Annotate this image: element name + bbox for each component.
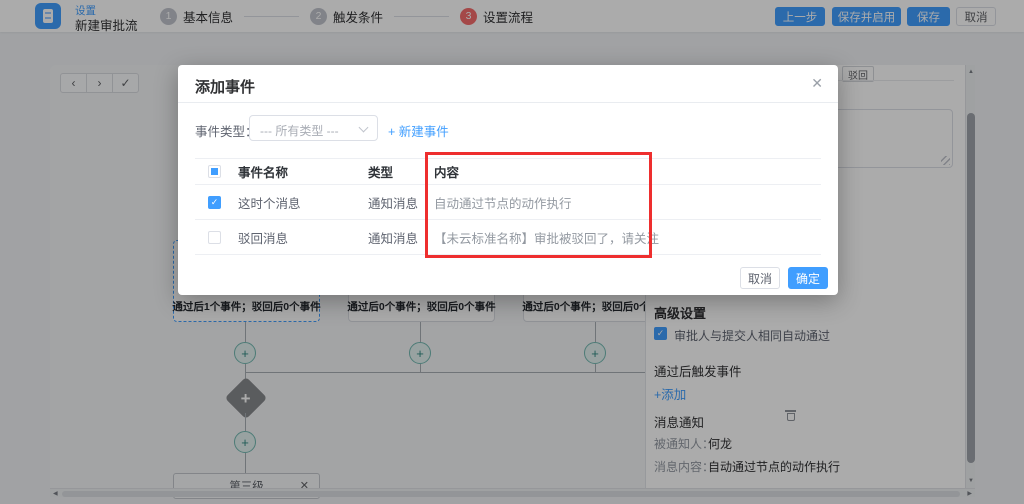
row-checkbox[interactable]: ✓ — [208, 196, 221, 209]
event-content-cell: 自动通过节点的动作执行 — [434, 193, 821, 212]
event-name-cell: 驳回消息 — [238, 228, 368, 247]
event-table: 事件名称 类型 内容 ✓ 这时个消息 通知消息 自动通过节点的动作执行 驳回消息… — [195, 158, 821, 255]
table-header-row: 事件名称 类型 内容 — [195, 158, 821, 185]
event-name-cell: 这时个消息 — [238, 193, 368, 212]
row-checkbox[interactable] — [208, 231, 221, 244]
modal-cancel-button[interactable]: 取消 — [740, 267, 780, 289]
event-type-value: --- 所有类型 --- — [260, 122, 339, 139]
chevron-down-icon — [359, 123, 369, 133]
col-content: 内容 — [434, 162, 821, 181]
col-type: 类型 — [368, 162, 434, 181]
table-row[interactable]: 驳回消息 通知消息 【未云标准名称】审批被驳回了，请关注 — [195, 220, 821, 255]
event-type-select[interactable]: --- 所有类型 --- — [249, 115, 378, 141]
event-type-cell: 通知消息 — [368, 228, 434, 247]
new-event-link[interactable]: + 新建事件 — [388, 121, 449, 140]
modal-title: 添加事件 — [195, 76, 255, 97]
add-event-modal: 添加事件 ✕ 事件类型： --- 所有类型 --- + 新建事件 事件名称 类型… — [178, 65, 838, 295]
modal-header: 添加事件 ✕ — [178, 65, 838, 103]
table-row[interactable]: ✓ 这时个消息 通知消息 自动通过节点的动作执行 — [195, 185, 821, 220]
event-type-cell: 通知消息 — [368, 193, 434, 212]
event-content-cell: 【未云标准名称】审批被驳回了，请关注 — [434, 228, 821, 247]
modal-ok-button[interactable]: 确定 — [788, 267, 828, 289]
close-icon[interactable]: ✕ — [811, 75, 823, 92]
select-all-checkbox[interactable] — [208, 165, 221, 178]
col-event-name: 事件名称 — [238, 162, 368, 181]
